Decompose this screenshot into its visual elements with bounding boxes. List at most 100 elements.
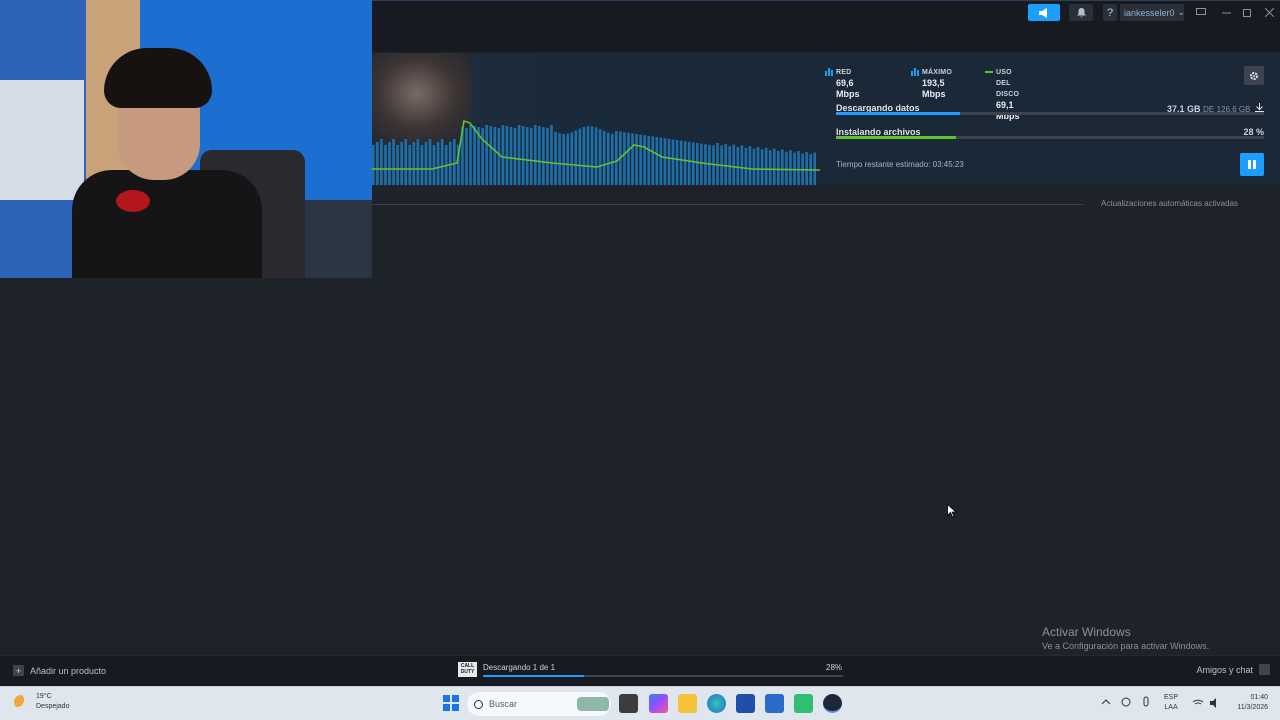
bandwidth-bar [509, 127, 513, 185]
bandwidth-bar [598, 128, 602, 185]
bandwidth-bar [675, 140, 679, 185]
bandwidth-bar [448, 142, 452, 185]
download-settings-button[interactable] [1244, 66, 1264, 85]
close-button[interactable] [1261, 4, 1277, 20]
download-header: RED 69,6 Mbps MÁXIMO 193,5 Mbps USO DEL … [372, 53, 1280, 185]
language-indicator[interactable]: ESP LAA [1164, 693, 1178, 713]
system-tray[interactable] [1100, 692, 1156, 714]
bandwidth-bar [574, 130, 578, 185]
installing-progress-track [836, 136, 1264, 139]
bandwidth-bar [558, 133, 561, 185]
moon-icon [14, 695, 28, 709]
copilot-icon[interactable] [649, 694, 668, 713]
maximize-button[interactable] [1239, 4, 1255, 20]
help-button[interactable]: ? [1103, 4, 1117, 21]
bandwidth-bar [732, 144, 736, 185]
chat-icon [1259, 664, 1270, 675]
installing-progress-fill [836, 136, 956, 139]
friends-chat-button[interactable]: Amigos y chat [1196, 664, 1270, 675]
steam-footer: + Añadir un producto CALL DUTY Descargan… [0, 655, 1280, 686]
bandwidth-bar [485, 125, 488, 185]
chevron-up-icon [1101, 696, 1149, 707]
bandwidth-bar [428, 139, 432, 185]
mouse-cursor-icon [947, 504, 957, 518]
activate-windows-title: Activar Windows [1042, 625, 1131, 639]
footer-progress-fill [483, 675, 584, 677]
bandwidth-bar [489, 126, 493, 185]
announcements-button[interactable] [1028, 4, 1060, 21]
bandwidth-bar [469, 125, 472, 185]
bandwidth-bar [582, 126, 586, 185]
auto-updates-divider: Actualizaciones automáticas activadas [372, 198, 1242, 212]
bandwidth-bar [748, 146, 752, 185]
weather-widget[interactable]: 19°C Despejado [14, 692, 69, 712]
bandwidth-bar [772, 148, 776, 185]
bandwidth-bar [465, 128, 468, 185]
bandwidth-bar [481, 128, 484, 185]
notifications-button[interactable] [1069, 4, 1093, 21]
bandwidth-bar [647, 135, 650, 185]
bandwidth-bar [388, 142, 391, 185]
bandwidth-bar [789, 150, 792, 185]
bars-icon [825, 68, 833, 76]
bandwidth-bar [380, 139, 383, 185]
bandwidth-bar [521, 126, 525, 185]
wifi-volume-icon[interactable] [1192, 697, 1222, 709]
downloading-progress-fill [836, 112, 961, 115]
footer-download-status[interactable]: Descargando 1 de 1 [483, 663, 555, 672]
bandwidth-bar [440, 139, 444, 185]
weather-desc: Despejado [36, 703, 70, 710]
friends-chat-label: Amigos y chat [1196, 664, 1253, 675]
close-icon [1264, 7, 1274, 17]
bandwidth-bar [404, 139, 407, 185]
bandwidth-bar [392, 139, 395, 185]
webcam-person-hair [104, 48, 212, 108]
edge-icon[interactable] [707, 694, 726, 713]
megaphone-icon [1039, 7, 1047, 18]
task-view-icon[interactable] [619, 694, 638, 713]
bandwidth-bar [590, 126, 594, 185]
steam-icon[interactable] [823, 694, 842, 713]
bandwidth-bar [691, 142, 695, 185]
bandwidth-bar [793, 152, 796, 185]
outlook-icon[interactable] [765, 694, 784, 713]
bandwidth-bar [768, 150, 772, 185]
stat-disk-label: USO DEL DISCO [996, 69, 1020, 98]
bandwidth-bar [594, 127, 598, 185]
minimize-button[interactable] [1218, 4, 1234, 20]
search-icon [474, 699, 483, 709]
windows-start-icon[interactable] [443, 695, 459, 711]
bandwidth-bar [736, 147, 740, 185]
bandwidth-bar [639, 134, 642, 185]
bandwidth-bar [372, 145, 375, 185]
downloads-content [0, 185, 1280, 653]
bandwidth-bar [679, 140, 683, 185]
installing-row: Instalando archivos 28 % [836, 127, 1264, 139]
add-product-button[interactable]: + Añadir un producto [13, 665, 106, 676]
big-picture-button[interactable] [1193, 4, 1209, 20]
game-logo-icon[interactable]: CALL DUTY [458, 662, 477, 677]
bandwidth-bar [627, 132, 630, 185]
bandwidth-bar [687, 141, 691, 185]
store-icon[interactable] [736, 694, 755, 713]
divider-line [372, 204, 1084, 205]
file-explorer-icon[interactable] [678, 694, 697, 713]
bandwidth-bar [635, 134, 638, 185]
bandwidth-bar [740, 145, 744, 185]
pause-button[interactable] [1240, 153, 1264, 176]
taskbar-search[interactable]: Buscar [467, 692, 611, 716]
chevron-down-icon: ⌄ [1177, 7, 1186, 17]
xbox-icon[interactable] [794, 694, 813, 713]
bandwidth-bar [396, 145, 399, 185]
user-menu[interactable]: iankesseler0 ⌄ [1120, 4, 1186, 21]
taskbar-clock[interactable]: 01:40 11/3/2026 [1228, 693, 1268, 713]
bandwidth-bar [408, 145, 412, 185]
bandwidth-bar [586, 126, 590, 185]
downloading-progress-track [836, 112, 1264, 115]
bandwidth-bar [578, 128, 582, 185]
bandwidth-bar [777, 151, 780, 185]
bandwidth-bar [615, 131, 618, 185]
bandwidth-bar [704, 144, 707, 185]
bandwidth-bar [744, 147, 748, 185]
pause-icon [1248, 160, 1251, 169]
